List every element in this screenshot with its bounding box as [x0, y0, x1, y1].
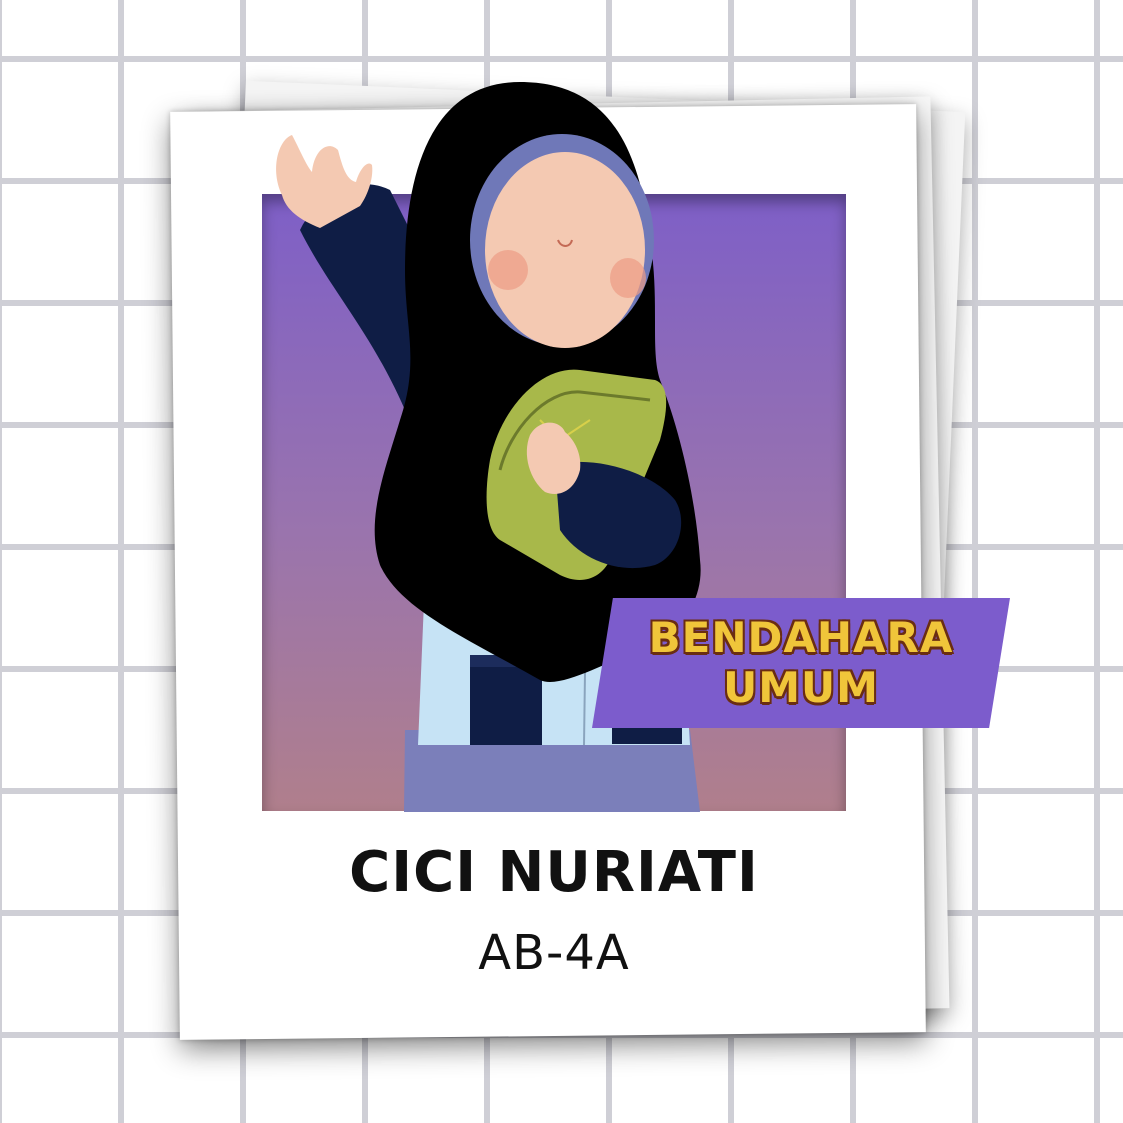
role-title-line-1: BENDAHARA [648, 613, 954, 662]
person-name: CICI NURIATI [349, 840, 759, 905]
scene: BENDAHARA UMUM CICI NURIATI AB-4A [0, 0, 1123, 1123]
class-code: AB-4A [478, 925, 630, 981]
role-badge: BENDAHARA UMUM [592, 598, 1010, 728]
role-title-line-2: UMUM [723, 663, 879, 712]
